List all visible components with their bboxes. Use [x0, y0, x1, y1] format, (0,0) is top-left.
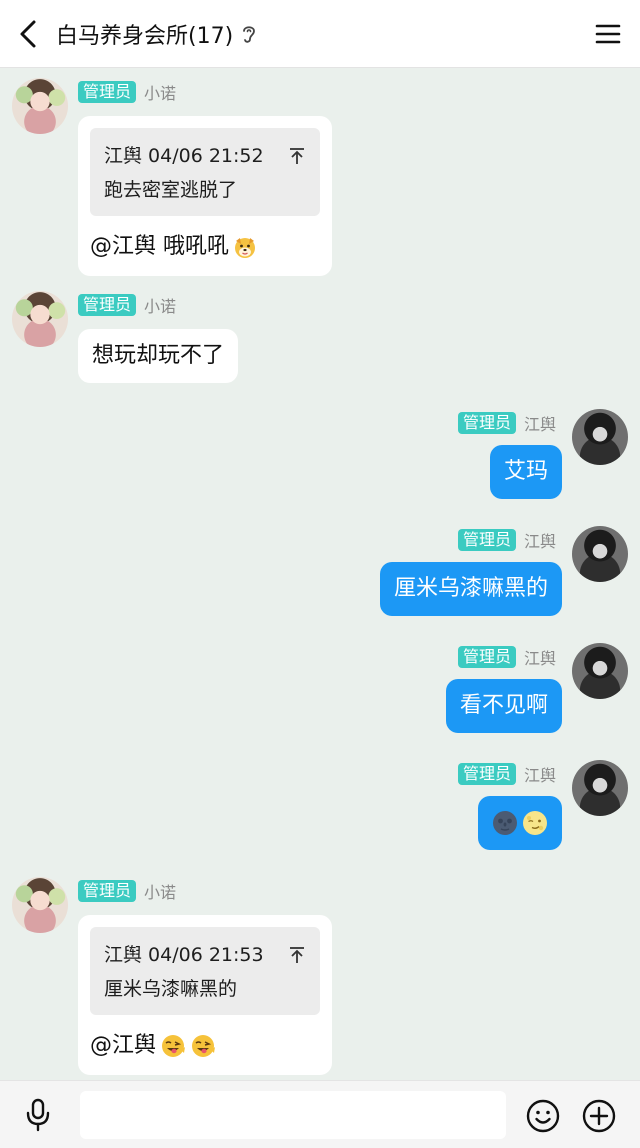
menu-button[interactable] [590, 16, 626, 52]
more-button[interactable] [578, 1095, 620, 1137]
message-bubble[interactable]: 看不见啊 [445, 679, 562, 733]
reply-text: @江舆 哦吼吼 [90, 234, 229, 259]
admin-badge: 管理员 [457, 529, 516, 551]
sender-meta: 管理员 小诺 [78, 80, 176, 104]
quote-author-time: 江舆 04/06 21:53 [104, 944, 264, 966]
jump-to-top-icon[interactable] [288, 147, 306, 165]
admin-badge: 管理员 [457, 763, 516, 785]
message-bubble[interactable] [478, 796, 562, 850]
admin-badge: 管理员 [457, 646, 516, 668]
chat-header: 白马养身会所(17) [0, 0, 640, 68]
avatar[interactable] [12, 78, 68, 134]
reply-text-row: @江舆 [90, 1031, 320, 1061]
sender-meta: 管理员 江舆 [457, 645, 556, 669]
sender-name[interactable]: 江舆 [524, 645, 556, 669]
quote-author-time: 江舆 04/06 21:52 [104, 145, 264, 167]
quoted-message[interactable]: 江舆 04/06 21:52 跑去密室逃脱了 [90, 128, 320, 216]
sender-name[interactable]: 江舆 [524, 528, 556, 552]
avatar[interactable] [572, 409, 628, 465]
quote-text: 跑去密室逃脱了 [104, 179, 238, 201]
message-item: 管理员 江舆 艾玛 [0, 399, 640, 509]
sender-meta: 管理员 江舆 [457, 762, 556, 786]
menu-icon [595, 24, 621, 44]
message-item: 管理员 小诺 江舆 04/06 21:52 跑去密室逃脱了 @江舆 哦吼吼 [0, 68, 640, 278]
admin-badge: 管理员 [457, 412, 516, 434]
plus-circle-icon [582, 1099, 616, 1133]
sender-name[interactable]: 小诺 [144, 293, 176, 317]
avatar[interactable] [12, 291, 68, 347]
voice-button[interactable] [18, 1095, 58, 1135]
quote-text: 厘米乌漆嘛黑的 [104, 978, 238, 1000]
admin-badge: 管理员 [78, 294, 137, 316]
reply-text-row: @江舆 哦吼吼 [90, 232, 320, 262]
message-item: 管理员 江舆 厘米乌漆嘛黑的 [0, 516, 640, 626]
message-bubble[interactable]: 厘米乌漆嘛黑的 [379, 562, 562, 616]
avatar[interactable] [572, 643, 628, 699]
back-button[interactable] [8, 14, 48, 54]
reply-text: @江舆 [90, 1033, 157, 1058]
sender-name[interactable]: 江舆 [524, 411, 556, 435]
admin-badge: 管理员 [78, 880, 137, 902]
ear-icon [241, 23, 257, 45]
message-item: 管理员 江舆 [0, 750, 640, 868]
message-item: 管理员 江舆 看不见啊 [0, 633, 640, 743]
new-moon-face-emoji [493, 811, 517, 835]
sender-meta: 管理员 江舆 [457, 528, 556, 552]
sender-meta: 管理员 小诺 [78, 879, 176, 903]
sender-meta: 管理员 江舆 [457, 411, 556, 435]
sender-name[interactable]: 小诺 [144, 879, 176, 903]
quoted-message[interactable]: 江舆 04/06 21:53 厘米乌漆嘛黑的 [90, 927, 320, 1015]
emoji-button[interactable] [522, 1095, 564, 1137]
input-bar [0, 1080, 640, 1148]
avatar[interactable] [12, 877, 68, 933]
sender-name[interactable]: 小诺 [144, 80, 176, 104]
winking-tongue-face-emoji [162, 1035, 186, 1057]
avatar[interactable] [572, 760, 628, 816]
title-wrap[interactable]: 白马养身会所(17) [56, 0, 257, 68]
message-item: 管理员 小诺 想玩却玩不了 [0, 281, 640, 391]
message-input[interactable] [80, 1091, 506, 1139]
chat-list[interactable]: 管理员 小诺 江舆 04/06 21:52 跑去密室逃脱了 @江舆 哦吼吼 管理… [0, 68, 640, 1080]
page-title: 白马养身会所(17) [56, 24, 234, 49]
dog-face-emoji [235, 238, 255, 258]
smiley-icon [526, 1099, 560, 1133]
winking-tongue-face-emoji [192, 1035, 216, 1057]
avatar[interactable] [572, 526, 628, 582]
microphone-icon [26, 1098, 50, 1132]
sender-name[interactable]: 江舆 [524, 762, 556, 786]
sender-meta: 管理员 小诺 [78, 293, 176, 317]
full-moon-face-emoji [523, 811, 547, 835]
message-bubble[interactable]: 艾玛 [489, 445, 562, 499]
message-item: 管理员 小诺 江舆 04/06 21:53 厘米乌漆嘛黑的 @江舆 [0, 867, 640, 1080]
admin-badge: 管理员 [78, 81, 137, 103]
message-bubble[interactable]: 江舆 04/06 21:52 跑去密室逃脱了 @江舆 哦吼吼 [78, 116, 332, 276]
message-bubble[interactable]: 想玩却玩不了 [78, 329, 239, 383]
jump-to-top-icon[interactable] [288, 946, 306, 964]
chevron-left-icon [20, 20, 36, 48]
message-bubble[interactable]: 江舆 04/06 21:53 厘米乌漆嘛黑的 @江舆 [78, 915, 332, 1075]
